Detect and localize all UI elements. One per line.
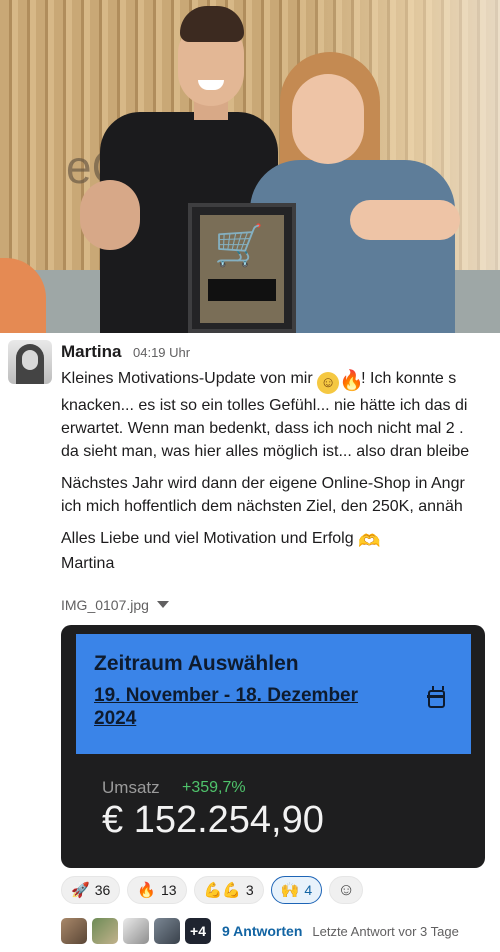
message-signature: Martina (61, 555, 115, 572)
message-timestamp[interactable]: 04:19 Uhr (133, 345, 190, 360)
message-paragraph-1: Kleines Motivations-Update von mir ☺ 🔥! I… (61, 367, 500, 463)
last-reply-time: Letzte Antwort vor 3 Tage (312, 923, 459, 939)
message-line: da sieht man, was hier alles möglich ist… (61, 443, 470, 460)
fire-icon: 🔥 (137, 882, 156, 899)
rocket-icon: 🚀 (71, 882, 90, 899)
revenue-change: +359,7% (182, 779, 246, 796)
author-avatar[interactable] (8, 340, 52, 384)
message-line: ich mich hoffentlich dem nächsten Ziel, … (61, 498, 463, 515)
raised-hands-icon: 🙌 (280, 882, 300, 899)
reaction-raised-hands[interactable]: 🙌 4 (270, 876, 323, 904)
smiling-face-icon: ☺ (317, 372, 340, 394)
thread-summary[interactable]: +4 9 Antworten Letzte Antwort vor 3 Tage (61, 917, 459, 945)
picker-title: Zeitraum Auswählen (94, 652, 299, 675)
calendar-icon (427, 686, 445, 708)
reaction-rocket[interactable]: 🚀 36 (61, 876, 121, 904)
message-line: erwartet. Wenn man bedenkt, dass ich noc… (61, 420, 464, 437)
message-paragraph-3: Alles Liebe und viel Motivation und Erfo… (61, 527, 500, 575)
revenue-label: Umsatz (102, 778, 160, 797)
reaction-muscle[interactable]: 💪💪 3 (193, 876, 264, 904)
message-photo[interactable]: eC 🛒 (0, 0, 500, 333)
attachment-filename: IMG_0107.jpg (61, 597, 149, 613)
attachment-image[interactable]: Zeitraum Auswählen 19. November - 18. De… (61, 625, 485, 868)
add-emoji-icon: ☺ (337, 880, 355, 899)
revenue-value: € 152.254,90 (102, 799, 324, 841)
replier-avatar (123, 918, 149, 944)
heart-hands-icon: 🫶 (358, 531, 381, 551)
add-reaction-button[interactable]: ☺ (329, 876, 364, 904)
attachment-toggle[interactable]: IMG_0107.jpg (61, 597, 169, 613)
message-line: Alles Liebe und viel Motivation und Erfo… (61, 530, 381, 551)
replies-link[interactable]: 9 Antworten (222, 923, 302, 939)
award-frame: 🛒 (188, 203, 296, 333)
message-line: Kleines Motivations-Update von mir ☺ 🔥! I… (61, 370, 457, 394)
message-line: knacken... es ist so ein tolles Gefühl..… (61, 397, 468, 414)
shopping-cart-icon: 🛒 (214, 224, 264, 268)
reaction-bar: 🚀 36 🔥 13 💪💪 3 🙌 4 ☺ (61, 876, 364, 906)
reaction-fire[interactable]: 🔥 13 (127, 876, 187, 904)
date-range-header: Zeitraum Auswählen 19. November - 18. De… (76, 634, 471, 754)
message-line: Nächstes Jahr wird dann der eigene Onlin… (61, 475, 465, 492)
message-body: Kleines Motivations-Update von mir ☺ 🔥! I… (61, 367, 500, 584)
caret-down-icon (156, 601, 169, 608)
date-range: 19. November - 18. Dezember 2024 (94, 685, 359, 729)
replier-avatar (92, 918, 118, 944)
author-name[interactable]: Martina (61, 342, 121, 362)
replier-avatar (154, 918, 180, 944)
more-repliers-badge: +4 (185, 918, 211, 944)
message-paragraph-2: Nächstes Jahr wird dann der eigene Onlin… (61, 472, 500, 518)
flexed-biceps-icon: 💪💪 (203, 882, 241, 899)
replier-avatar (61, 918, 87, 944)
fire-icon: 🔥 (339, 370, 365, 392)
